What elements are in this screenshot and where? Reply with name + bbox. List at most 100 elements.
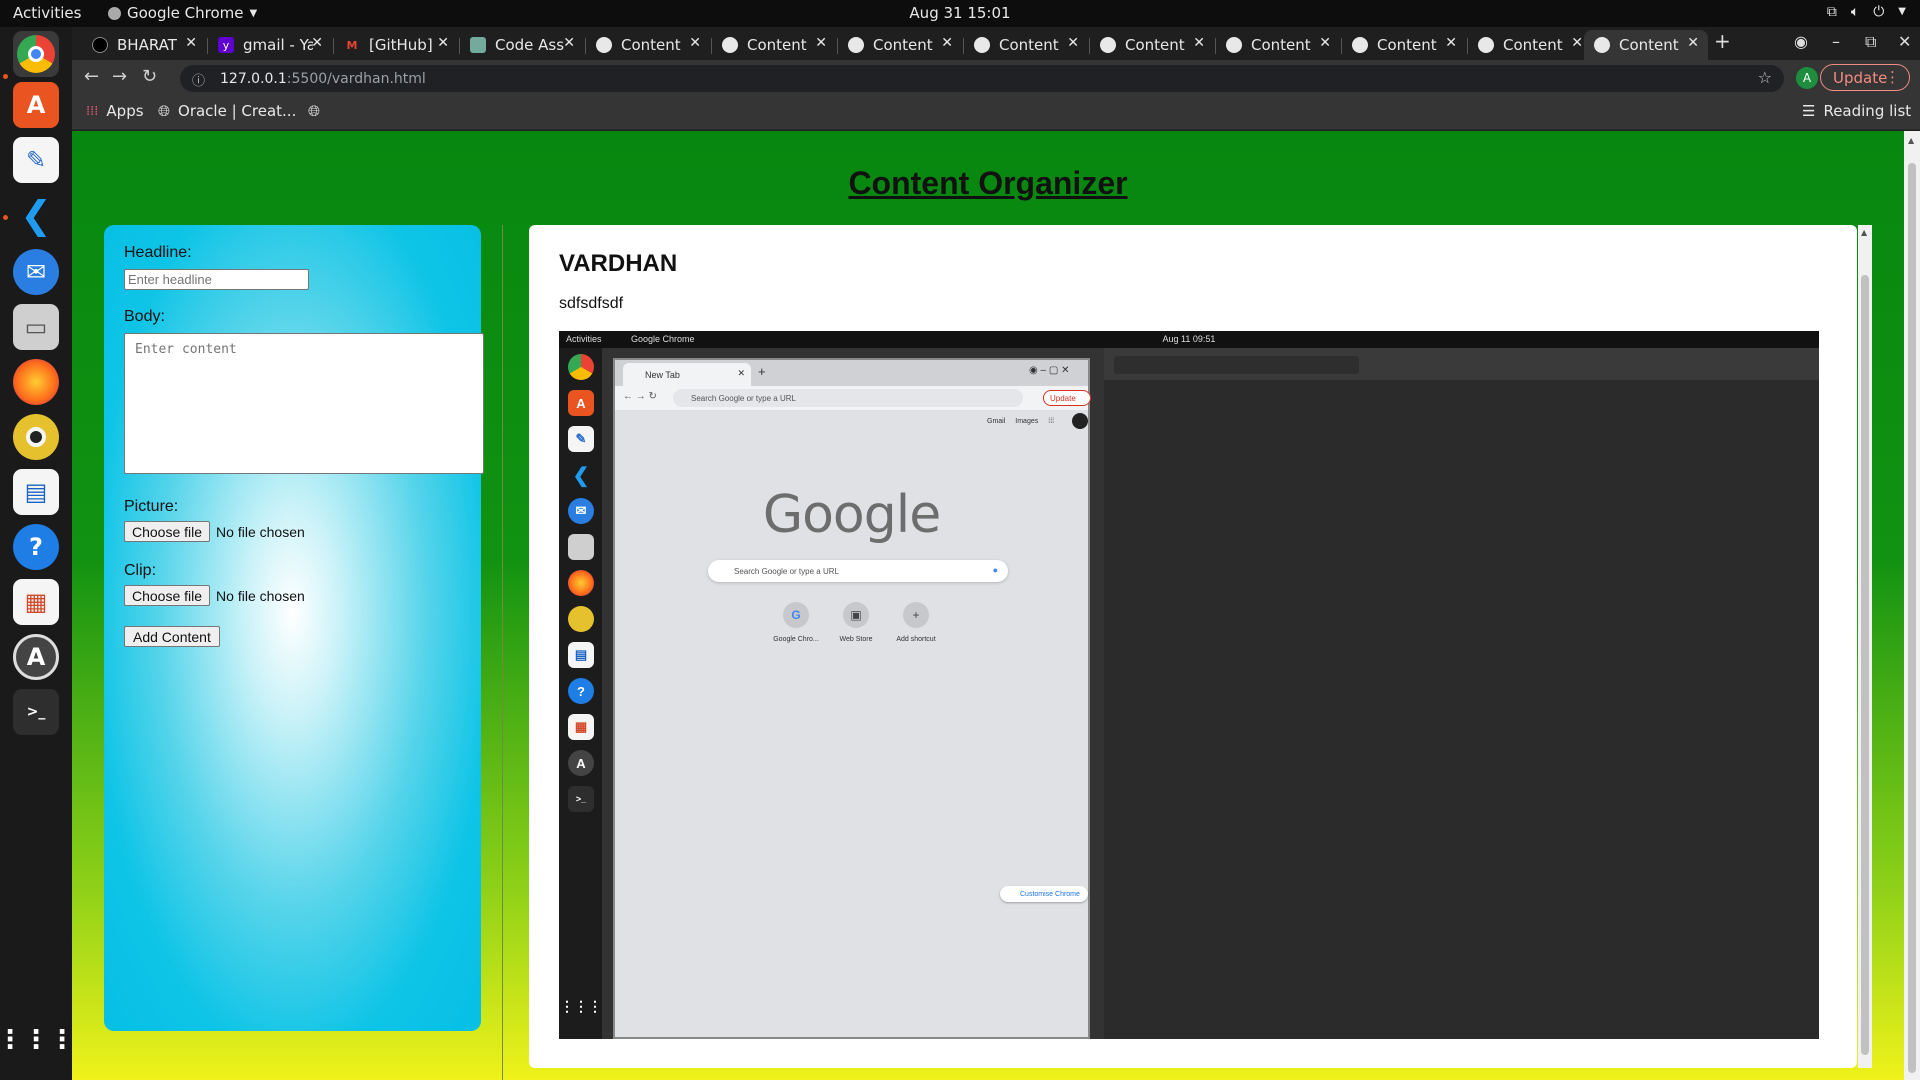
forward-button[interactable]: → [112,66,127,87]
apps-grid-icon: ⁞⁞⁞ [1048,418,1055,425]
browser-tab[interactable]: M [GitHub] ✕ [334,30,458,60]
show-apps-icon: ⋮⋮⋮ [560,997,602,1014]
rhythmbox-icon [568,606,594,632]
impress-icon[interactable]: ▦ [13,579,59,625]
image-search-box: Search Google or type a URL ● [708,560,1008,582]
browser-tab[interactable]: Content ✕ [586,30,710,60]
browser-tab[interactable]: Content ✕ [1090,30,1214,60]
reading-list-button[interactable]: ☰ Reading list [1802,102,1911,120]
globe-bookmark[interactable]: 🌐︎ [308,102,320,120]
clip-label: Clip: [124,562,157,579]
clip-choose-file-button[interactable]: Choose file [124,585,211,606]
close-window-button[interactable]: ✕ [1898,32,1911,51]
oracle-bookmark[interactable]: 🌐︎ Oracle | Creat... [158,102,296,120]
mic-icon: ● [992,565,998,575]
browser-tab[interactable]: Content ✕ [838,30,962,60]
browser-tab[interactable]: y gmail - Ya ✕ [208,30,332,60]
show-apps-icon[interactable]: ⋮⋮⋮ [0,1017,75,1063]
close-tab-icon[interactable]: ✕ [1193,35,1205,51]
image-clock: Aug 11 09:51 [1162,334,1216,344]
close-tab-icon[interactable]: ✕ [941,35,953,51]
address-bar[interactable]: ⓘ 127.0.0.1:5500/vardhan.html ☆ [180,65,1784,92]
page-scrollbar[interactable]: ▲ [1904,131,1920,1080]
globe-icon: 🌐︎ [158,102,171,120]
writer-icon[interactable]: ▤ [13,469,59,515]
window-controls-icon: ◉ – ▢ ✕ [1029,365,1070,376]
close-tab-icon[interactable]: ✕ [1067,35,1079,51]
tab-title: Content [1503,36,1563,54]
image-images-link: Images [1015,418,1039,425]
page-title: Content Organizer [848,165,1128,201]
chrome-dock-icon[interactable] [13,31,59,77]
globe-icon [974,37,990,53]
maximize-button[interactable]: ⧉ [1865,32,1876,52]
files-icon[interactable]: ▭ [13,304,59,350]
help-icon[interactable]: ? [13,524,59,570]
nav-icons: ← → ↻ [623,391,657,402]
close-tab-icon[interactable]: ✕ [311,35,323,51]
firefox-icon[interactable] [13,359,59,405]
image-dock: A ✎ ❮ ✉ ▤ ? ▦ A >_ ⋮⋮⋮ [559,348,602,1039]
tab-search-icon[interactable]: ◉ [1794,32,1808,51]
content-scroll-thumb[interactable] [1861,275,1869,1055]
app-menu[interactable]: Google Chrome ▼ [108,4,257,22]
updater-icon[interactable]: A [13,634,59,680]
close-tab-icon[interactable]: ✕ [1571,35,1583,51]
image-avatar [1072,413,1088,429]
files-icon [568,534,594,560]
thunderbird-icon[interactable]: ✉ [13,249,59,295]
browser-tab[interactable]: Content ✕ [712,30,836,60]
close-tab-icon[interactable]: ✕ [563,35,575,51]
browser-tab[interactable]: Code Ass ✕ [460,30,584,60]
browser-tab[interactable]: BHARAT ✕ [82,30,206,60]
running-indicator [3,215,8,220]
system-tray[interactable]: ⧉ 🔈︎ ⏻ ▼ [1827,4,1906,20]
page-scroll-thumb[interactable] [1908,163,1916,1073]
browser-tab[interactable]: Content ✕ [964,30,1088,60]
info-icon[interactable]: ⓘ [192,70,205,89]
power-icon: ⏻ [1873,4,1885,20]
minimize-button[interactable]: – [1832,32,1840,51]
browser-tab-active[interactable]: Content ✕ [1584,30,1708,60]
scroll-up-icon[interactable]: ▲ [1861,228,1867,237]
clock[interactable]: Aug 31 15:01 [909,4,1010,22]
running-indicator [3,74,8,79]
text-editor-icon[interactable]: ✎ [13,137,59,183]
close-tab-icon[interactable]: ✕ [437,35,449,51]
tab-title: BHARAT [117,36,177,54]
image-customise-label: Customise Chrome [1020,890,1080,898]
update-button[interactable]: Update ⋮ [1820,64,1910,91]
close-tab-icon[interactable]: ✕ [185,35,197,51]
activities-button[interactable]: Activities [13,4,81,22]
scroll-up-icon[interactable]: ▲ [1908,136,1914,145]
browser-tab[interactable]: Content ✕ [1216,30,1340,60]
close-tab-icon[interactable]: ✕ [1445,35,1457,51]
image-background-window [1104,348,1819,1039]
rhythmbox-icon[interactable] [13,414,59,460]
close-tab-icon[interactable]: ✕ [689,35,701,51]
headline-input[interactable] [124,269,309,290]
back-button[interactable]: ← [84,66,99,87]
software-center-icon[interactable]: A [13,82,59,128]
terminal-icon[interactable]: >_ [13,689,59,735]
reload-button[interactable]: ↻ [142,66,157,87]
browser-tab[interactable]: Content ✕ [1342,30,1466,60]
headline-label: Headline: [124,244,192,261]
profile-avatar[interactable]: A [1796,67,1818,89]
new-tab-button[interactable]: + [1714,29,1731,53]
close-tab-icon[interactable]: ✕ [1687,35,1699,51]
content-scrollbar[interactable]: ▲ [1858,225,1872,1068]
close-tab-icon[interactable]: ✕ [815,35,827,51]
body-textarea[interactable] [124,333,484,474]
impress-icon: ▦ [568,714,594,740]
browser-tab[interactable]: Content ✕ [1468,30,1592,60]
picture-choose-file-button[interactable]: Choose file [124,521,211,542]
add-content-button[interactable]: Add Content [124,626,220,647]
oracle-label: Oracle | Creat... [178,102,297,120]
globe-icon: 🌐︎ [308,102,321,120]
tab-title: Content [1125,36,1185,54]
vscode-icon[interactable]: ❮ [13,192,59,238]
bookmark-star-icon[interactable]: ☆ [1758,68,1772,87]
apps-bookmark[interactable]: ⁞⁞⁞ Apps [86,102,144,120]
close-tab-icon[interactable]: ✕ [1319,35,1331,51]
